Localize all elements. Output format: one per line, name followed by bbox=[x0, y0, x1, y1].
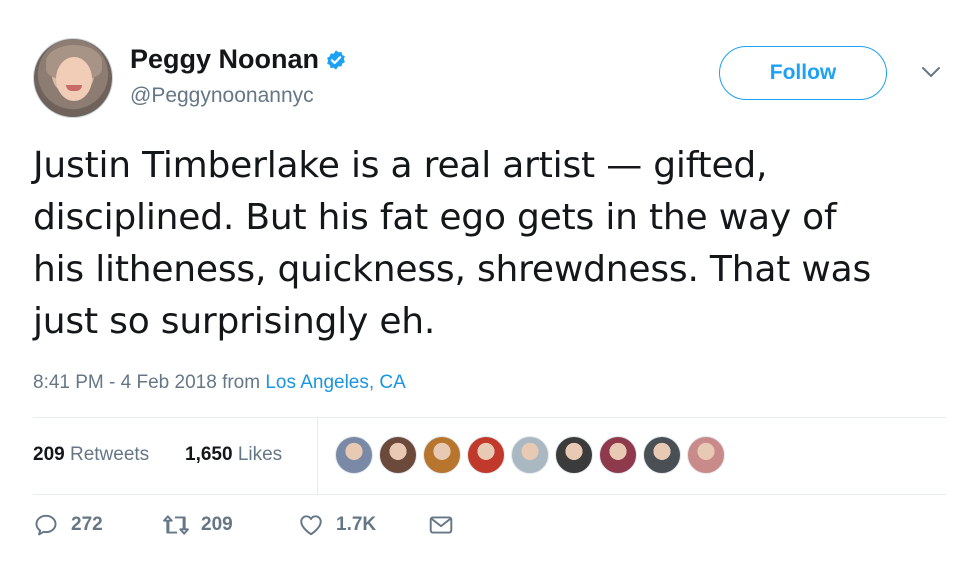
stats-separator bbox=[317, 418, 318, 494]
retweet-count: 209 bbox=[201, 514, 233, 535]
liker-avatar[interactable] bbox=[511, 436, 549, 474]
follow-button[interactable]: Follow bbox=[719, 46, 887, 100]
reply-icon bbox=[35, 514, 57, 536]
divider bbox=[33, 494, 946, 495]
liker-avatar[interactable] bbox=[599, 436, 637, 474]
from-label: from bbox=[222, 372, 261, 393]
likes-stat[interactable]: 1,650 Likes bbox=[185, 444, 282, 466]
like-button[interactable]: 1.7K bbox=[298, 512, 376, 538]
liker-avatars bbox=[335, 436, 725, 474]
chevron-down-icon[interactable] bbox=[920, 64, 942, 80]
tweet-stats: 209 Retweets 1,650 Likes bbox=[33, 418, 946, 494]
tweet-meta: 8:41 PM - 4 Feb 2018 from Los Angeles, C… bbox=[33, 372, 406, 394]
liker-avatar[interactable] bbox=[467, 436, 505, 474]
reply-count: 272 bbox=[71, 514, 103, 535]
tweet-location-link[interactable]: Los Angeles, CA bbox=[265, 372, 405, 393]
liker-avatar[interactable] bbox=[687, 436, 725, 474]
retweets-label: Retweets bbox=[69, 444, 150, 465]
retweets-stat[interactable]: 209 Retweets bbox=[33, 444, 149, 466]
liker-avatar[interactable] bbox=[555, 436, 593, 474]
retweets-count: 209 bbox=[33, 444, 65, 465]
tweet-header: Peggy Noonan @Peggynoonannyc Follow bbox=[33, 38, 953, 118]
tweet-actions: 272 209 1.7K bbox=[33, 512, 633, 552]
tweet-text: Justin Timberlake is a real artist — gif… bbox=[33, 145, 872, 342]
author-avatar[interactable] bbox=[33, 38, 113, 118]
tweet-timestamp[interactable]: 8:41 PM - 4 Feb 2018 bbox=[33, 372, 217, 393]
like-count: 1.7K bbox=[336, 514, 377, 535]
retweet-button[interactable]: 209 bbox=[163, 512, 233, 538]
author-name[interactable]: Peggy Noonan bbox=[130, 44, 319, 75]
verified-badge-icon bbox=[327, 49, 345, 70]
liker-avatar[interactable] bbox=[643, 436, 681, 474]
liker-avatar[interactable] bbox=[335, 436, 373, 474]
author-handle[interactable]: @Peggynoonannyc bbox=[130, 84, 314, 108]
heart-icon bbox=[300, 515, 322, 536]
likes-count: 1,650 bbox=[185, 444, 233, 465]
reply-button[interactable]: 272 bbox=[33, 512, 103, 538]
likes-label: Likes bbox=[237, 444, 283, 465]
envelope-icon bbox=[429, 516, 453, 534]
author-name-row: Peggy Noonan bbox=[130, 44, 347, 75]
liker-avatar[interactable] bbox=[423, 436, 461, 474]
liker-avatar[interactable] bbox=[379, 436, 417, 474]
retweet-icon bbox=[163, 515, 189, 535]
direct-message-button[interactable] bbox=[428, 512, 454, 538]
